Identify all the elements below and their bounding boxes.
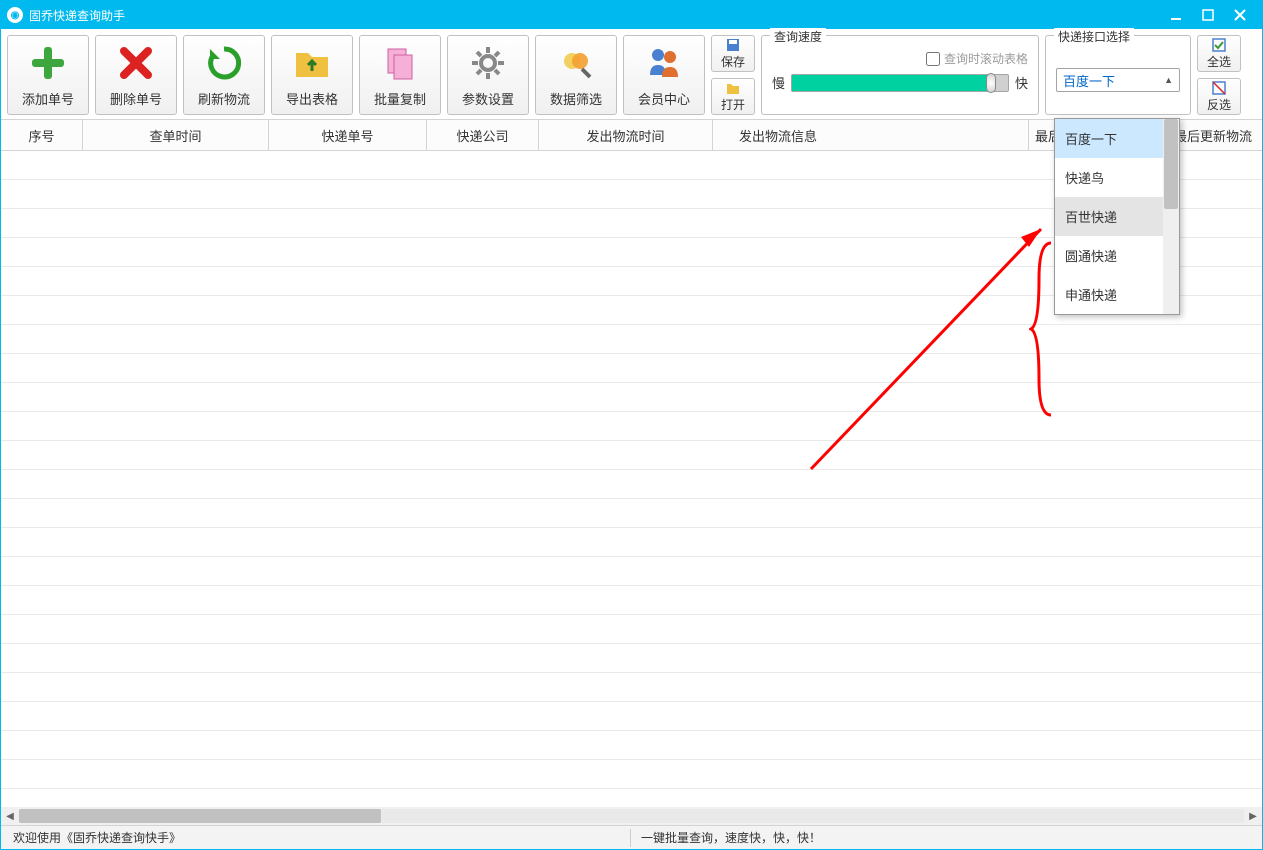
users-icon [644,43,684,83]
select-all-label: 全选 [1207,53,1231,70]
plus-icon [28,43,68,83]
add-button[interactable]: 添加单号 [7,35,89,115]
copy-label: 批量复制 [374,89,426,108]
filter-button[interactable]: 数据筛选 [535,35,617,115]
col-time[interactable]: 查单时间 [83,120,269,150]
speed-group: 查询速度 查询时滚动表格 慢 快 [761,35,1039,115]
dropdown-item-baidu[interactable]: 百度一下 [1055,119,1163,158]
open-button[interactable]: 打开 [711,78,755,115]
export-label: 导出表格 [286,89,338,108]
refresh-label: 刷新物流 [198,89,250,108]
x-icon [116,43,156,83]
open-icon [725,80,741,96]
maximize-button[interactable] [1192,3,1224,27]
member-button[interactable]: 会员中心 [623,35,705,115]
app-icon: ◉ [7,7,23,23]
folder-export-icon [292,43,332,83]
dropdown-item-yuantong[interactable]: 圆通快递 [1055,236,1163,275]
api-dropdown[interactable]: 百度一下 快递鸟 百世快递 圆通快递 申通快递 [1054,118,1180,315]
col-no[interactable]: 快递单号 [269,120,427,150]
open-label: 打开 [721,96,745,113]
scroll-track[interactable] [19,809,1244,823]
scroll-thumb[interactable] [19,809,381,823]
dropdown-item-baishi[interactable]: 百世快递 [1055,197,1163,236]
dropdown-scrollbar[interactable] [1163,119,1179,314]
api-combo[interactable]: 百度一下 ▲ [1056,68,1180,92]
fast-label: 快 [1015,73,1028,92]
gear-icon [468,43,508,83]
title-bar: ◉ 固乔快递查询助手 [1,1,1262,29]
settings-label: 参数设置 [462,89,514,108]
scroll-checkbox[interactable] [926,52,940,66]
window-title: 固乔快递查询助手 [29,7,1160,24]
status-right: 一键批量查询，速度快，快，快！ [637,829,825,846]
slow-label: 慢 [772,73,785,92]
scroll-label: 查询时滚动表格 [944,50,1028,67]
col-lastinfo[interactable]: 最后更新物流 [1174,120,1262,150]
save-icon [725,37,741,53]
col-comp[interactable]: 快递公司 [427,120,539,150]
copy-button[interactable]: 批量复制 [359,35,441,115]
scroll-right-arrow[interactable]: ▶ [1244,807,1262,825]
copy-icon [380,43,420,83]
col-oinfo[interactable]: 发出物流信息 [713,120,1029,150]
scroll-left-arrow[interactable]: ◀ [1,807,19,825]
invert-icon [1211,80,1227,96]
h-scrollbar[interactable]: ◀ ▶ [1,807,1262,825]
close-button[interactable] [1224,3,1256,27]
toolbar: 添加单号 删除单号 刷新物流 导出表格 批量复制 参数设置 数据筛选 会员中心 … [1,29,1262,119]
api-selected: 百度一下 [1063,71,1115,90]
settings-button[interactable]: 参数设置 [447,35,529,115]
save-button[interactable]: 保存 [711,35,755,72]
select-all-icon [1211,37,1227,53]
refresh-button[interactable]: 刷新物流 [183,35,265,115]
api-group: 快递接口选择 百度一下 ▲ [1045,35,1191,115]
status-separator [630,829,631,847]
dropdown-item-shentong[interactable]: 申通快递 [1055,275,1163,314]
select-all-button[interactable]: 全选 [1197,35,1241,72]
dropdown-scroll-thumb[interactable] [1164,119,1178,209]
member-label: 会员中心 [638,89,690,108]
chevron-up-icon: ▲ [1164,75,1173,85]
api-title: 快递接口选择 [1054,28,1134,45]
dropdown-item-kdniao[interactable]: 快递鸟 [1055,158,1163,197]
delete-label: 删除单号 [110,89,162,108]
slider-thumb[interactable] [986,73,996,93]
invert-label: 反选 [1207,96,1231,113]
speed-slider[interactable] [791,74,1009,92]
invert-button[interactable]: 反选 [1197,78,1241,115]
minimize-button[interactable] [1160,3,1192,27]
speed-title: 查询速度 [770,28,826,45]
status-left: 欢迎使用《固乔快递查询快手》 [9,829,624,846]
export-button[interactable]: 导出表格 [271,35,353,115]
col-seq[interactable]: 序号 [1,120,83,150]
filter-label: 数据筛选 [550,89,602,108]
filter-icon [556,43,596,83]
save-label: 保存 [721,53,745,70]
col-otime[interactable]: 发出物流时间 [539,120,713,150]
add-label: 添加单号 [22,89,74,108]
delete-button[interactable]: 删除单号 [95,35,177,115]
refresh-icon [204,43,244,83]
status-bar: 欢迎使用《固乔快递查询快手》 一键批量查询，速度快，快，快！ [1,825,1262,849]
